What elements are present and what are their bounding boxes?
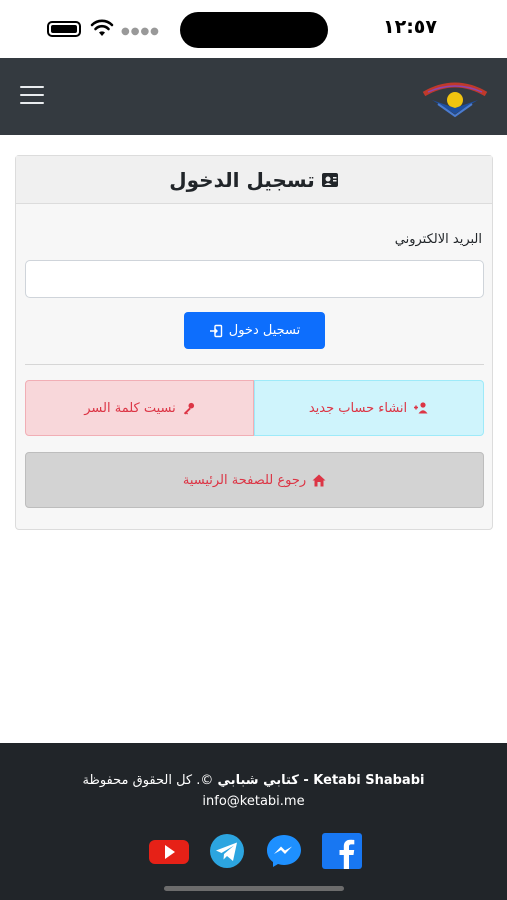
copyright-text: Ketabi Shababi - كتابي شبابي ©. كل الحقو… — [0, 773, 507, 788]
page-title: تسجيل الدخول — [169, 167, 315, 192]
site-logo[interactable] — [418, 70, 492, 120]
status-bar: ●●●● ١٢:٥٧ — [0, 0, 507, 58]
divider — [25, 364, 484, 365]
battery-icon — [47, 21, 81, 37]
home-icon — [312, 474, 326, 486]
email-label: البريد الالكتروني — [394, 232, 482, 247]
hamburger-menu-icon[interactable] — [20, 86, 44, 106]
create-account-button[interactable]: انشاء حساب جديد — [254, 380, 484, 436]
email-field[interactable] — [25, 260, 484, 298]
facebook-icon[interactable] — [321, 833, 363, 869]
youtube-icon[interactable] — [148, 833, 190, 869]
telegram-icon[interactable] — [206, 833, 248, 869]
account-actions: نسيت كلمة السر انشاء حساب جديد — [25, 380, 484, 436]
messenger-icon[interactable] — [263, 833, 305, 869]
address-card-icon — [321, 172, 338, 187]
top-navbar — [0, 58, 507, 135]
login-card: تسجيل الدخول البريد الالكتروني تسجيل دخو… — [15, 155, 493, 530]
login-button[interactable]: تسجيل دخول — [184, 312, 325, 349]
dynamic-island — [180, 12, 328, 48]
forgot-password-label: نسيت كلمة السر — [84, 400, 176, 416]
back-home-label: رجوع للصفحة الرئيسية — [182, 472, 307, 488]
wifi-icon — [90, 19, 114, 36]
create-account-label: انشاء حساب جديد — [308, 400, 408, 416]
copyright-rest: ©. كل الحقوق محفوظة — [82, 773, 218, 788]
social-links — [148, 831, 363, 871]
home-indicator — [164, 886, 344, 891]
forgot-password-button[interactable]: نسيت كلمة السر — [25, 380, 254, 436]
back-home-button[interactable]: رجوع للصفحة الرئيسية — [25, 452, 484, 508]
footer-brand: Ketabi Shababi - كتابي شبابي — [217, 773, 425, 788]
user-plus-icon — [414, 402, 428, 414]
signal-dots-icon: ●●●● — [121, 26, 160, 37]
sign-in-icon — [209, 324, 222, 337]
status-time: ١٢:٥٧ — [383, 16, 437, 38]
footer: Ketabi Shababi - كتابي شبابي ©. كل الحقو… — [0, 743, 507, 900]
login-button-label: تسجيل دخول — [228, 323, 301, 338]
key-icon — [183, 402, 194, 415]
card-header: تسجيل الدخول — [16, 156, 492, 204]
footer-email[interactable]: info@ketabi.me — [0, 794, 507, 809]
